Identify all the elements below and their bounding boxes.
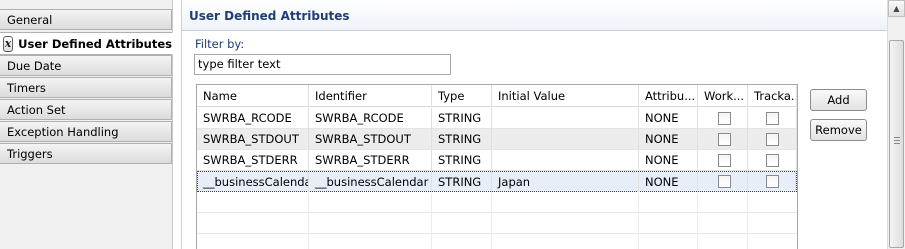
column-header-attribute[interactable]: Attribu... (639, 85, 698, 107)
trackable-checkbox[interactable] (766, 112, 779, 125)
filter-label: Filter by: (195, 37, 245, 51)
table-row-selected[interactable]: __businessCalendar __businessCalendar ST… (197, 171, 797, 192)
cell-trackable (748, 108, 797, 128)
tab-label: Timers (7, 81, 46, 95)
cell-type: STRING (432, 108, 492, 128)
attributes-table: Name Identifier Type Initial Value Attri… (196, 84, 798, 249)
empty-row (197, 234, 797, 249)
cell-identifier: SWRBA_RCODE (309, 108, 432, 128)
table-row[interactable]: SWRBA_STDERR SWRBA_STDERR STRING NONE (197, 150, 797, 171)
empty-row (197, 213, 797, 234)
tab-triggers[interactable]: Triggers (0, 143, 172, 164)
tab-label: General (7, 13, 53, 27)
cell-work (698, 129, 748, 149)
grid-line (431, 193, 432, 249)
cell-attribute: NONE (639, 150, 698, 170)
section-header: User Defined Attributes (182, 0, 888, 31)
cell-attribute: NONE (639, 108, 698, 128)
grip-line (894, 143, 900, 144)
work-checkbox[interactable] (718, 175, 731, 188)
grid-line (308, 193, 309, 249)
empty-row (197, 192, 797, 213)
cell-identifier: SWRBA_STDERR (309, 150, 432, 170)
tab-list: General x User Defined Attributes Due Da… (0, 0, 173, 249)
cell-initial-value: Japan (492, 172, 639, 192)
cell-attribute: NONE (639, 172, 698, 192)
cell-trackable (748, 129, 797, 149)
grid-line (747, 193, 748, 249)
cell-identifier: __businessCalendar (309, 172, 432, 192)
cell-type: STRING (432, 129, 492, 149)
x-variable-icon: x (3, 35, 14, 52)
scroll-thumb[interactable] (889, 40, 904, 248)
column-header-work[interactable]: Work... (698, 85, 748, 107)
tab-exception-handling[interactable]: Exception Handling (0, 121, 172, 142)
cell-type: STRING (432, 172, 492, 192)
add-button[interactable]: Add (810, 89, 867, 111)
cell-attribute: NONE (639, 129, 698, 149)
tab-due-date[interactable]: Due Date (0, 55, 172, 76)
work-checkbox[interactable] (718, 112, 731, 125)
grid-line (697, 193, 698, 249)
work-checkbox[interactable] (718, 133, 731, 146)
column-header-type[interactable]: Type (432, 85, 492, 107)
tab-label: User Defined Attributes (18, 36, 172, 51)
tab-label: Exception Handling (7, 125, 119, 139)
vertical-scrollbar[interactable]: ▲ (887, 0, 905, 249)
table-row[interactable]: SWRBA_RCODE SWRBA_RCODE STRING NONE (197, 108, 797, 129)
tab-user-defined-attributes[interactable]: x User Defined Attributes (0, 32, 173, 55)
tab-label: Action Set (7, 103, 66, 117)
scroll-up-arrow-icon[interactable]: ▲ (888, 0, 905, 17)
tab-general[interactable]: General (0, 9, 172, 30)
trackable-checkbox[interactable] (766, 154, 779, 167)
work-checkbox[interactable] (718, 154, 731, 167)
trackable-checkbox[interactable] (766, 175, 779, 188)
cell-name: SWRBA_RCODE (197, 108, 309, 128)
cell-name: SWRBA_STDOUT (197, 129, 309, 149)
cell-identifier: SWRBA_STDOUT (309, 129, 432, 149)
cell-work (698, 108, 748, 128)
column-header-initial-value[interactable]: Initial Value (492, 85, 639, 107)
section-title: User Defined Attributes (189, 9, 350, 23)
remove-button[interactable]: Remove (810, 119, 867, 141)
attributes-panel: User Defined Attributes Filter by: type … (181, 0, 888, 249)
tab-timers[interactable]: Timers (0, 77, 172, 98)
cell-type: STRING (432, 150, 492, 170)
cell-name: SWRBA_STDERR (197, 150, 309, 170)
grid-line (491, 193, 492, 249)
grid-line (638, 193, 639, 249)
column-header-name[interactable]: Name (197, 85, 309, 107)
cell-name: __businessCalendar (198, 172, 309, 192)
cell-initial-value (492, 108, 639, 128)
trackable-checkbox[interactable] (766, 133, 779, 146)
cell-work (698, 172, 748, 192)
cell-trackable (748, 172, 796, 192)
cell-trackable (748, 150, 797, 170)
column-header-identifier[interactable]: Identifier (309, 85, 432, 107)
grip-line (894, 140, 900, 141)
table-row[interactable]: SWRBA_STDOUT SWRBA_STDOUT STRING NONE (197, 129, 797, 150)
table-header: Name Identifier Type Initial Value Attri… (197, 85, 797, 107)
cell-initial-value (492, 129, 639, 149)
tab-label: Triggers (7, 147, 53, 161)
cell-work (698, 150, 748, 170)
column-header-trackable[interactable]: Tracka... (748, 85, 797, 107)
tab-action-set[interactable]: Action Set (0, 99, 172, 120)
filter-input[interactable]: type filter text (194, 54, 451, 75)
grip-line (894, 137, 900, 138)
cell-initial-value (492, 150, 639, 170)
tab-label: Due Date (7, 59, 62, 73)
